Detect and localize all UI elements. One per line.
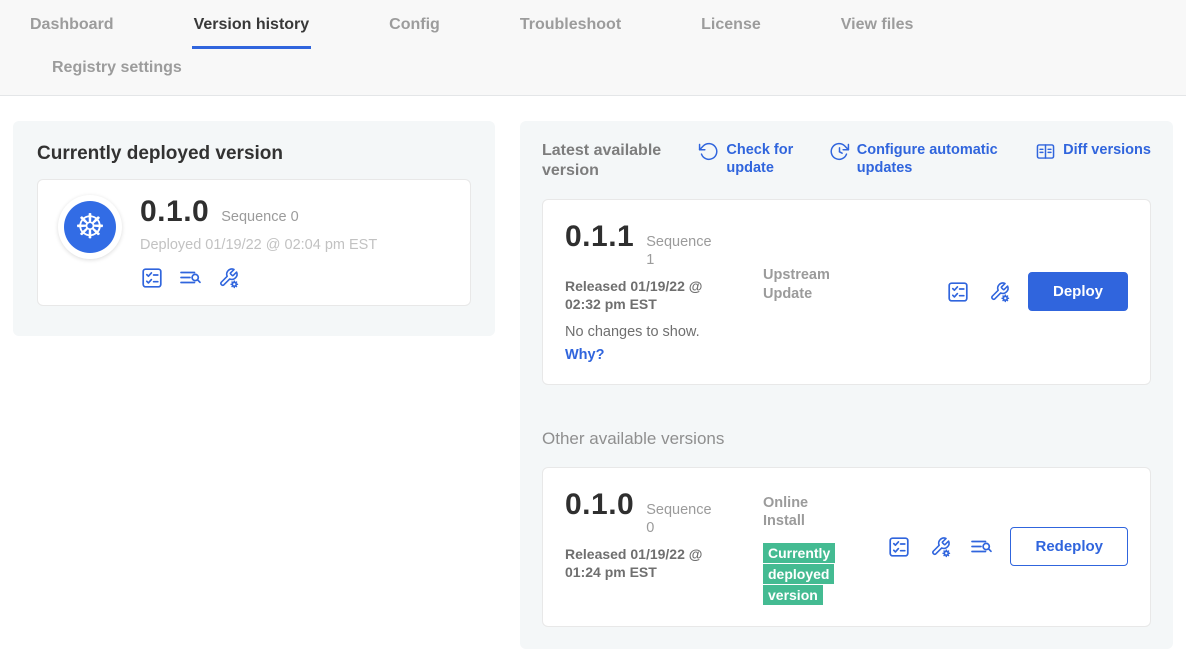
deployed-version-card: ☸ 0.1.0 Sequence 0 Deployed 01/19/22 @ 0… — [37, 179, 471, 306]
deploy-logs-icon[interactable] — [969, 535, 993, 559]
other-sequence-label: Sequence 0 — [646, 501, 710, 537]
other-version-source: Online Install Currently deployed versio… — [763, 488, 875, 607]
tab-version-history[interactable]: Version history — [192, 16, 312, 49]
latest-version-info: 0.1.1 Sequence 1 Released 01/19/22 @ 02:… — [565, 220, 763, 364]
tab-troubleshoot[interactable]: Troubleshoot — [518, 16, 623, 49]
deployed-version-info: 0.1.0 Sequence 0 Deployed 01/19/22 @ 02:… — [140, 195, 377, 290]
deploy-logs-icon[interactable] — [178, 266, 202, 290]
latest-version-card: 0.1.1 Sequence 1 Released 01/19/22 @ 02:… — [542, 199, 1151, 385]
nav-row-secondary: Registry settings — [0, 59, 1186, 95]
no-changes-note: No changes to show. — [565, 324, 763, 340]
deploy-button[interactable]: Deploy — [1028, 272, 1128, 311]
available-versions-header: Latest available version Check for updat… — [542, 141, 1151, 181]
latest-available-title: Latest available version — [542, 141, 672, 181]
deployed-actions — [140, 266, 377, 290]
latest-version-actions: Deploy — [946, 272, 1128, 311]
currently-deployed-badge: Currently deployed version — [763, 543, 843, 606]
latest-sequence-label: Sequence 1 — [646, 233, 710, 269]
latest-version-number: 0.1.1 — [565, 220, 634, 254]
redeploy-button[interactable]: Redeploy — [1010, 527, 1128, 566]
other-versions-title: Other available versions — [542, 429, 1151, 449]
currently-deployed-badge-label: Currently deployed version — [763, 543, 835, 605]
available-versions-panel: Latest available version Check for updat… — [520, 121, 1173, 649]
deployed-panel-title: Currently deployed version — [37, 143, 471, 165]
tab-dashboard[interactable]: Dashboard — [28, 16, 116, 49]
preflight-checks-icon[interactable] — [887, 535, 911, 559]
configure-automatic-updates-label: Configure automatic updates — [857, 141, 1009, 177]
tab-license[interactable]: License — [699, 16, 763, 49]
edit-config-icon[interactable] — [987, 280, 1011, 304]
other-version-card: 0.1.0 Sequence 0 Released 01/19/22 @ 01:… — [542, 467, 1151, 628]
diff-versions-label: Diff versions — [1063, 141, 1151, 159]
configure-automatic-updates-link[interactable]: Configure automatic updates — [829, 141, 1009, 177]
edit-config-icon[interactable] — [928, 535, 952, 559]
kubernetes-helm-glyph: ☸ — [75, 210, 105, 244]
top-nav: Dashboard Version history Config Trouble… — [0, 0, 1186, 96]
kubernetes-logo-icon: ☸ — [64, 201, 116, 253]
other-version-info: 0.1.0 Sequence 0 Released 01/19/22 @ 01:… — [565, 488, 763, 582]
edit-config-icon[interactable] — [216, 266, 240, 290]
diff-versions-link[interactable]: Diff versions — [1035, 141, 1151, 162]
deployed-timestamp: Deployed 01/19/22 @ 02:04 pm EST — [140, 237, 377, 253]
schedule-refresh-icon — [829, 141, 850, 162]
deployed-sequence-label: Sequence 0 — [221, 208, 298, 226]
tab-registry-settings[interactable]: Registry settings — [50, 59, 184, 79]
currently-deployed-panel: Currently deployed version ☸ 0.1.0 Seque… — [13, 121, 495, 336]
online-install-label: Online Install — [763, 494, 847, 532]
preflight-checks-icon[interactable] — [946, 280, 970, 304]
upstream-update-label: Upstream Update — [763, 266, 847, 304]
version-history-page: Currently deployed version ☸ 0.1.0 Seque… — [0, 96, 1186, 639]
check-for-update-link[interactable]: Check for update — [698, 141, 802, 177]
tab-config[interactable]: Config — [387, 16, 442, 49]
app-logo: ☸ — [58, 195, 122, 259]
refresh-ccw-icon — [698, 141, 719, 162]
check-for-update-label: Check for update — [726, 141, 802, 177]
nav-row-primary: Dashboard Version history Config Trouble… — [0, 16, 1186, 49]
latest-released-timestamp: Released 01/19/22 @ 02:32 pm EST — [565, 277, 730, 313]
why-link[interactable]: Why? — [565, 347, 604, 363]
other-version-number: 0.1.0 — [565, 488, 634, 522]
tab-view-files[interactable]: View files — [839, 16, 916, 49]
preflight-checks-icon[interactable] — [140, 266, 164, 290]
diff-versions-icon — [1035, 141, 1056, 162]
other-released-timestamp: Released 01/19/22 @ 01:24 pm EST — [565, 545, 730, 581]
other-version-actions: Redeploy — [887, 527, 1128, 566]
latest-version-source: Upstream Update — [763, 220, 875, 304]
deployed-version-number: 0.1.0 — [140, 195, 209, 229]
